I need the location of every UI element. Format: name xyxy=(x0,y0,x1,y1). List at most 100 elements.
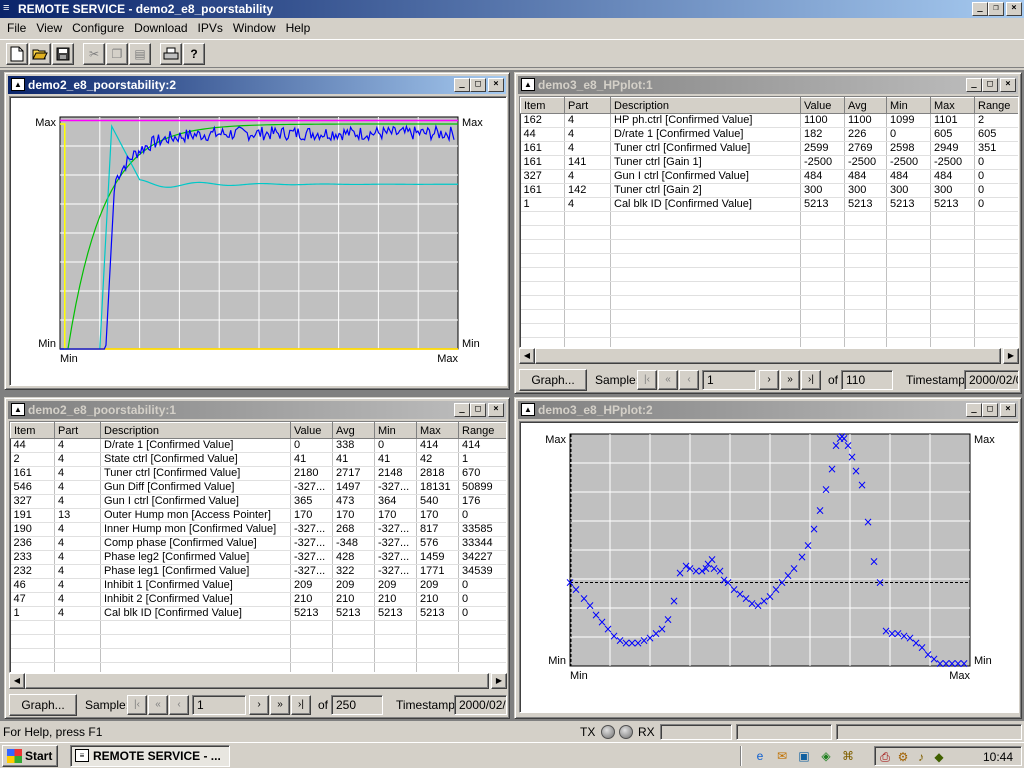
table-row[interactable]: 162 4 HP ph.ctrl [Confirmed Value] 1100 1100… xyxy=(520,113,1018,128)
column-header[interactable]: Range xyxy=(974,97,1018,114)
column-header[interactable]: Part xyxy=(54,422,101,439)
sample-field[interactable]: 1 xyxy=(192,695,246,715)
horizontal-scrollbar[interactable]: ◀ ▶ xyxy=(9,673,507,689)
table-row[interactable]: 191 13 Outer Hump mon [Access Pointer] 170 1… xyxy=(10,508,506,523)
copy-icon[interactable]: ❐ xyxy=(106,43,128,65)
scroll-left-icon[interactable]: ◀ xyxy=(9,673,25,689)
prev-sample-icon[interactable]: ‹ xyxy=(679,370,699,390)
sync-icon[interactable]: ⚙ xyxy=(895,749,911,765)
table-row[interactable]: 161 4 Tuner ctrl [Confirmed Value] 2180 2717… xyxy=(10,466,506,481)
column-header[interactable]: Value xyxy=(800,97,845,114)
next-sample-icon[interactable]: › xyxy=(249,695,269,715)
column-header[interactable]: Min xyxy=(886,97,931,114)
column-header[interactable]: Description xyxy=(100,422,291,439)
minimize-button[interactable]: _ xyxy=(454,78,470,92)
window-hpplot-1[interactable]: ▲ demo3_e8_HPplot:1 _ □ × Item Part Descri… xyxy=(514,72,1022,394)
window-title-bar[interactable]: ▲ demo3_e8_HPplot:2 _ □ × xyxy=(518,401,1018,419)
maximize-button[interactable]: □ xyxy=(470,78,486,92)
table-row[interactable] xyxy=(10,620,506,635)
table-row[interactable] xyxy=(520,253,1018,268)
fast-forward-icon[interactable]: » xyxy=(270,695,290,715)
table-row[interactable]: 47 4 Inhibit 2 [Confirmed Value] 210 210 210 2… xyxy=(10,592,506,607)
network-icon[interactable]: ⌘ xyxy=(840,748,856,764)
menu-window[interactable]: Window xyxy=(228,19,281,37)
open-folder-icon[interactable] xyxy=(29,43,51,65)
menu-configure[interactable]: Configure xyxy=(67,19,129,37)
column-header[interactable]: Max xyxy=(416,422,459,439)
menu-ipvs[interactable]: IPVs xyxy=(193,19,228,37)
table-row[interactable]: 546 4 Gun Diff [Confirmed Value] -327... 149… xyxy=(10,480,506,495)
column-header[interactable]: Part xyxy=(564,97,611,114)
window-title-bar[interactable]: ▲ demo2_e8_poorstability:2 _ □ × xyxy=(8,76,506,94)
help-icon[interactable]: ? xyxy=(183,43,205,65)
table-row[interactable] xyxy=(520,337,1018,347)
table-row[interactable]: 190 4 Inner Hump mon [Confirmed Value] -327… xyxy=(10,522,506,537)
table-row[interactable] xyxy=(10,634,506,649)
ie-icon[interactable]: e xyxy=(752,748,768,764)
first-sample-icon[interactable]: |‹ xyxy=(127,695,147,715)
maximize-button[interactable]: □ xyxy=(470,403,486,417)
desktop-icon[interactable]: ▣ xyxy=(796,748,812,764)
maximize-button[interactable]: □ xyxy=(982,403,998,417)
table-row[interactable] xyxy=(520,281,1018,296)
cut-icon[interactable]: ✂ xyxy=(83,43,105,65)
close-button[interactable]: × xyxy=(1000,403,1016,417)
channel-icon[interactable]: ◈ xyxy=(818,748,834,764)
menu-help[interactable]: Help xyxy=(281,19,316,37)
column-header[interactable]: Item xyxy=(520,97,565,114)
print-icon[interactable] xyxy=(160,43,182,65)
column-header[interactable]: Max xyxy=(930,97,975,114)
close-button[interactable]: × xyxy=(488,78,504,92)
sample-field[interactable]: 1 xyxy=(702,370,756,390)
minimize-button[interactable]: _ xyxy=(966,78,982,92)
table-row[interactable] xyxy=(10,648,506,663)
scroll-thumb[interactable] xyxy=(535,348,1001,364)
table-row[interactable]: 327 4 Gun I ctrl [Confirmed Value] 484 484 48… xyxy=(520,169,1018,184)
table-row[interactable] xyxy=(520,211,1018,226)
column-header[interactable]: Value xyxy=(290,422,333,439)
first-sample-icon[interactable]: |‹ xyxy=(637,370,657,390)
table-row[interactable]: 232 4 Phase leg1 [Confirmed Value] -327... 3… xyxy=(10,564,506,579)
maximize-button[interactable]: □ xyxy=(982,78,998,92)
column-header[interactable]: Min xyxy=(374,422,417,439)
prev-sample-icon[interactable]: ‹ xyxy=(169,695,189,715)
menu-view[interactable]: View xyxy=(31,19,67,37)
menu-file[interactable]: File xyxy=(2,19,31,37)
minimize-button[interactable]: _ xyxy=(966,403,982,417)
fast-forward-icon[interactable]: » xyxy=(780,370,800,390)
table-row[interactable] xyxy=(520,239,1018,254)
table-row[interactable]: 44 4 D/rate 1 [Confirmed Value] 0 338 0 414 414 xyxy=(10,438,506,453)
rewind-icon[interactable]: « xyxy=(148,695,168,715)
close-button[interactable]: × xyxy=(1000,78,1016,92)
table-row[interactable]: 46 4 Inhibit 1 [Confirmed Value] 209 209 209 2… xyxy=(10,578,506,593)
scroll-right-icon[interactable]: ▶ xyxy=(491,673,507,689)
table-row[interactable] xyxy=(520,323,1018,338)
column-header[interactable]: Item xyxy=(10,422,55,439)
taskbar-item-remote-service[interactable]: ≡ REMOTE SERVICE - ... xyxy=(70,745,230,767)
window-hpplot-2[interactable]: ▲ demo3_e8_HPplot:2 _ □ × Max Min Max Min Mi… xyxy=(514,397,1022,719)
new-document-icon[interactable] xyxy=(6,43,28,65)
table-row[interactable] xyxy=(520,309,1018,324)
table-row[interactable]: 161 142 Tuner ctrl [Gain 2] 300 300 300 300 0 xyxy=(520,183,1018,198)
minimize-button[interactable]: _ xyxy=(454,403,470,417)
graph-button[interactable]: Graph... xyxy=(9,694,77,716)
table-row[interactable]: 1 4 Cal blk ID [Confirmed Value] 5213 5213 52… xyxy=(10,606,506,621)
save-disk-icon[interactable] xyxy=(52,43,74,65)
table-row[interactable]: 161 4 Tuner ctrl [Confirmed Value] 2599 2769… xyxy=(520,141,1018,156)
table-row[interactable] xyxy=(520,225,1018,240)
table-row[interactable]: 1 4 Cal blk ID [Confirmed Value] 5213 5213 52… xyxy=(520,197,1018,212)
window-poorstability-2[interactable]: ▲ demo2_e8_poorstability:2 _ □ × Max Min M… xyxy=(4,72,510,390)
table-row[interactable]: 233 4 Phase leg2 [Confirmed Value] -327... 4… xyxy=(10,550,506,565)
window-title-bar[interactable]: ▲ demo3_e8_HPplot:1 _ □ × xyxy=(518,76,1018,94)
outlook-icon[interactable]: ✉ xyxy=(774,748,790,764)
table-row[interactable]: 161 141 Tuner ctrl [Gain 1] -2500 -2500 -2500… xyxy=(520,155,1018,170)
scroll-right-icon[interactable]: ▶ xyxy=(1003,348,1019,364)
table-row[interactable]: 2 4 State ctrl [Confirmed Value] 41 41 41 42 1 xyxy=(10,452,506,467)
scroll-thumb[interactable] xyxy=(25,673,489,689)
scroll-left-icon[interactable]: ◀ xyxy=(519,348,535,364)
table-row[interactable] xyxy=(10,662,506,672)
paste-icon[interactable]: ▤ xyxy=(129,43,151,65)
table-row[interactable] xyxy=(520,267,1018,282)
column-header[interactable]: Avg xyxy=(844,97,887,114)
column-header[interactable]: Avg xyxy=(332,422,375,439)
